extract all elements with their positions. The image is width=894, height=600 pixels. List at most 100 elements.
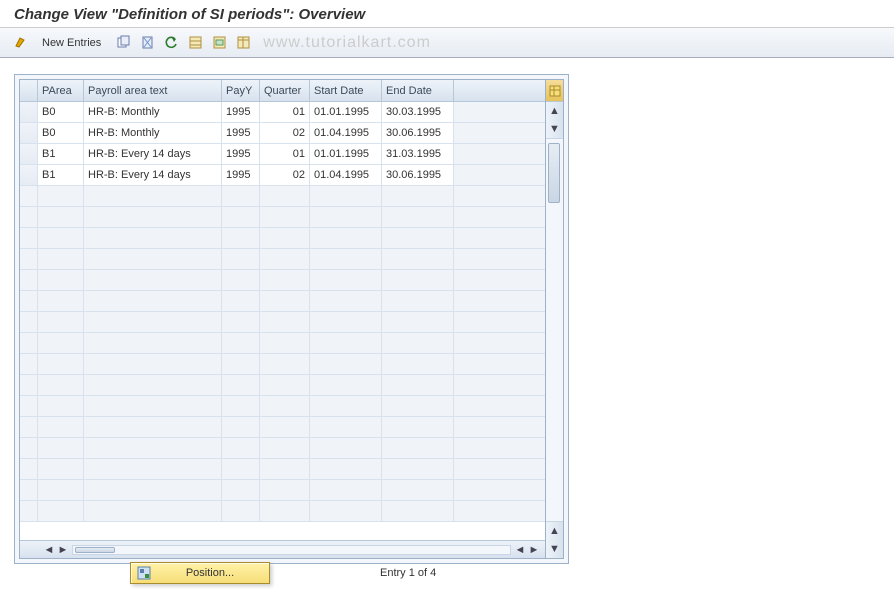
row-selector-header[interactable]: [20, 80, 38, 102]
cell-payy[interactable]: 1995: [222, 144, 260, 165]
row-selector[interactable]: [20, 459, 38, 480]
cell-quarter[interactable]: [260, 354, 310, 375]
cell-parea[interactable]: [38, 501, 84, 522]
cell-text[interactable]: [84, 480, 222, 501]
cell-quarter[interactable]: [260, 249, 310, 270]
cell-text[interactable]: [84, 354, 222, 375]
cell-start[interactable]: [310, 291, 382, 312]
select-block-icon[interactable]: [209, 33, 229, 53]
cell-parea[interactable]: B1: [38, 165, 84, 186]
cell-parea[interactable]: [38, 354, 84, 375]
cell-start[interactable]: [310, 333, 382, 354]
cell-quarter[interactable]: [260, 228, 310, 249]
cell-text[interactable]: [84, 291, 222, 312]
cell-payy[interactable]: [222, 459, 260, 480]
table-row[interactable]: B1HR-B: Every 14 days19950201.04.199530.…: [20, 165, 545, 186]
cell-end[interactable]: [382, 249, 454, 270]
cell-payy[interactable]: 1995: [222, 102, 260, 123]
table-row[interactable]: B0HR-B: Monthly19950101.01.199530.03.199…: [20, 102, 545, 123]
table-row[interactable]: [20, 207, 545, 228]
vscroll-thumb[interactable]: [548, 143, 560, 203]
scroll-down-icon[interactable]: ▼: [546, 120, 563, 138]
scroll-right-end-icon[interactable]: ►: [527, 544, 541, 556]
cell-payy[interactable]: [222, 501, 260, 522]
row-selector[interactable]: [20, 354, 38, 375]
cell-quarter[interactable]: [260, 375, 310, 396]
scroll-left-icon[interactable]: ◄: [513, 544, 527, 556]
scroll-down-end-icon[interactable]: ▼: [546, 540, 563, 558]
cell-parea[interactable]: [38, 480, 84, 501]
cell-end[interactable]: [382, 375, 454, 396]
cell-parea[interactable]: [38, 312, 84, 333]
table-row[interactable]: [20, 375, 545, 396]
col-header-quarter[interactable]: Quarter: [260, 80, 310, 102]
position-button[interactable]: Position...: [130, 562, 270, 584]
cell-start[interactable]: [310, 270, 382, 291]
col-header-end[interactable]: End Date: [382, 80, 454, 102]
cell-end[interactable]: 30.03.1995: [382, 102, 454, 123]
copy-icon[interactable]: [113, 33, 133, 53]
row-selector[interactable]: [20, 375, 38, 396]
vscroll-track[interactable]: [546, 138, 563, 522]
cell-parea[interactable]: [38, 333, 84, 354]
cell-end[interactable]: [382, 270, 454, 291]
cell-end[interactable]: [382, 228, 454, 249]
delete-icon[interactable]: [137, 33, 157, 53]
cell-text[interactable]: [84, 186, 222, 207]
row-selector[interactable]: [20, 291, 38, 312]
cell-text[interactable]: [84, 459, 222, 480]
cell-end[interactable]: [382, 207, 454, 228]
cell-text[interactable]: [84, 228, 222, 249]
cell-end[interactable]: 30.06.1995: [382, 165, 454, 186]
col-header-start[interactable]: Start Date: [310, 80, 382, 102]
cell-text[interactable]: [84, 438, 222, 459]
table-row[interactable]: [20, 501, 545, 522]
col-header-payy[interactable]: PayY: [222, 80, 260, 102]
cell-quarter[interactable]: [260, 270, 310, 291]
col-header-text[interactable]: Payroll area text: [84, 80, 222, 102]
cell-parea[interactable]: [38, 186, 84, 207]
cell-start[interactable]: [310, 417, 382, 438]
cell-payy[interactable]: [222, 480, 260, 501]
cell-quarter[interactable]: [260, 396, 310, 417]
cell-start[interactable]: 01.04.1995: [310, 165, 382, 186]
cell-quarter[interactable]: [260, 438, 310, 459]
deselect-all-icon[interactable]: [233, 33, 253, 53]
cell-quarter[interactable]: 01: [260, 144, 310, 165]
table-row[interactable]: [20, 312, 545, 333]
cell-start[interactable]: [310, 312, 382, 333]
scroll-right-icon[interactable]: ►: [56, 544, 70, 556]
cell-start[interactable]: [310, 501, 382, 522]
table-row[interactable]: [20, 186, 545, 207]
cell-quarter[interactable]: [260, 417, 310, 438]
row-selector[interactable]: [20, 396, 38, 417]
table-row[interactable]: [20, 291, 545, 312]
cell-end[interactable]: [382, 291, 454, 312]
row-selector[interactable]: [20, 312, 38, 333]
cell-quarter[interactable]: 02: [260, 123, 310, 144]
cell-start[interactable]: 01.01.1995: [310, 102, 382, 123]
scroll-up-icon[interactable]: ▲: [546, 102, 563, 120]
row-selector[interactable]: [20, 438, 38, 459]
cell-text[interactable]: [84, 207, 222, 228]
row-selector[interactable]: [20, 480, 38, 501]
table-row[interactable]: [20, 228, 545, 249]
row-selector[interactable]: [20, 165, 38, 186]
table-row[interactable]: [20, 396, 545, 417]
table-row[interactable]: B1HR-B: Every 14 days19950101.01.199531.…: [20, 144, 545, 165]
cell-start[interactable]: [310, 396, 382, 417]
table-row[interactable]: B0HR-B: Monthly19950201.04.199530.06.199…: [20, 123, 545, 144]
cell-text[interactable]: [84, 333, 222, 354]
cell-payy[interactable]: [222, 186, 260, 207]
cell-payy[interactable]: [222, 438, 260, 459]
cell-payy[interactable]: [222, 228, 260, 249]
col-header-parea[interactable]: PArea: [38, 80, 84, 102]
cell-payy[interactable]: [222, 249, 260, 270]
cell-parea[interactable]: [38, 459, 84, 480]
cell-text[interactable]: HR-B: Every 14 days: [84, 144, 222, 165]
row-selector[interactable]: [20, 207, 38, 228]
cell-start[interactable]: [310, 438, 382, 459]
cell-start[interactable]: [310, 207, 382, 228]
hscroll-thumb[interactable]: [75, 547, 115, 553]
cell-payy[interactable]: [222, 375, 260, 396]
